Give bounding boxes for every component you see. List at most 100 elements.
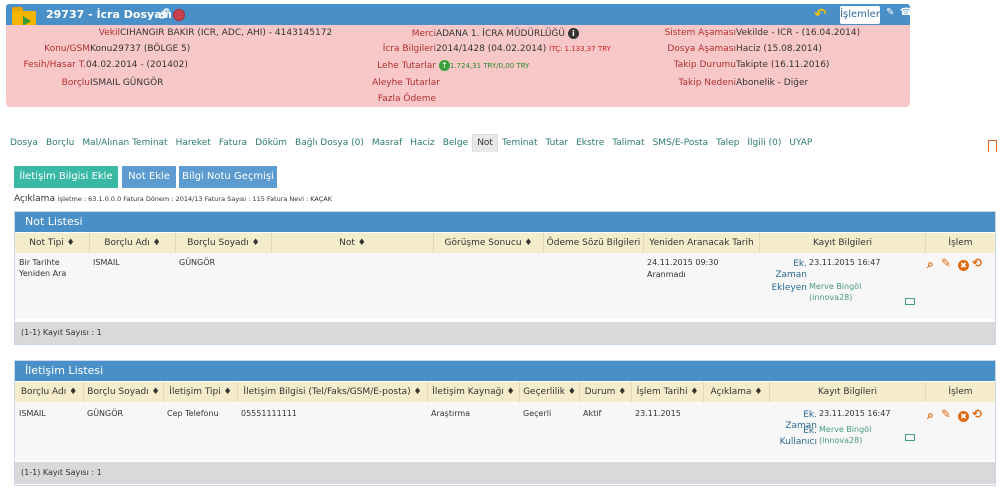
tab-dokum[interactable]: Döküm: [251, 135, 291, 153]
col-iletisim-kaynagi[interactable]: İletişim Kaynağı ♦: [427, 382, 519, 402]
kayit-ek-kullanici-user: Merve Bingöl (innova28): [819, 425, 872, 445]
summary-takip-durumu: Takip DurumuTakipte (16.11.2016): [673, 60, 830, 70]
tab-borclu[interactable]: Borçlu: [42, 135, 78, 153]
cell-iletisim-tipi: Cep Telefonu: [167, 409, 219, 418]
cell-gecerlilik: Geçerli: [523, 409, 552, 418]
not-listesi-footer: (1-1) Kayıt Sayısı : 1: [15, 322, 995, 344]
tab-tutar[interactable]: Tutar: [542, 135, 573, 153]
pencil-icon[interactable]: ✎: [941, 407, 951, 421]
col-islem-tarihi[interactable]: İşlem Tarihi ♦: [631, 382, 703, 402]
col-not[interactable]: Not ♦: [271, 233, 433, 253]
col-durum[interactable]: Durum ♦: [579, 382, 631, 402]
tab-uyap[interactable]: UYAP: [785, 135, 816, 153]
history-icon[interactable]: ⟲: [972, 256, 982, 270]
cell-borclu-soyadi: GÜNGÖR: [179, 258, 216, 267]
file-header-bar: 29737 - İcra Dosyası 🔗︎ ↶ İşlemler ✎ ☎: [6, 4, 912, 28]
pencil-icon[interactable]: ✎: [941, 256, 951, 270]
col-gorusme-sonucu[interactable]: Görüşme Sonucu ♦: [433, 233, 543, 253]
col-borclu-soyadi[interactable]: Borçlu Soyadı ♦: [175, 233, 271, 253]
col-kayit-bilgileri: Kayıt Bilgileri: [759, 233, 925, 253]
info-icon[interactable]: i: [567, 28, 579, 39]
col-borclu-adi[interactable]: Borçlu Adı ♦: [89, 233, 175, 253]
link-icon[interactable]: 🔗︎: [158, 9, 171, 20]
islemler-button[interactable]: İşlemler: [840, 6, 880, 24]
col-borclu-adi[interactable]: Borçlu Adı ♦: [15, 382, 83, 402]
tab-fatura[interactable]: Fatura: [215, 135, 251, 153]
status-dot-icon: [173, 9, 185, 21]
summary-merci: MerciADANA 1. İCRA MÜDÜRLÜĞÜ i: [358, 28, 579, 40]
tab-bagli-dosya[interactable]: Bağlı Dosya (0): [291, 135, 368, 153]
tab-hareket[interactable]: Hareket: [172, 135, 215, 153]
iletisim-listesi-header: Borçlu Adı ♦ Borçlu Soyadı ♦ İletişim Ti…: [15, 382, 995, 402]
col-not-tipi[interactable]: Not Tipi ♦: [15, 233, 89, 253]
tab-haciz[interactable]: Haciz: [406, 135, 438, 153]
col-yeniden-aranacak-tarih: Yeniden Aranacak Tarih: [643, 233, 759, 253]
iletisim-listesi-title: İletişim Listesi: [15, 361, 995, 381]
search-icon[interactable]: ⌕: [927, 257, 934, 272]
tab-ekstre[interactable]: Ekstre: [572, 135, 608, 153]
phone-icon[interactable]: ☎: [900, 7, 912, 18]
not-listesi-header: Not Tipi ♦ Borçlu Adı ♦ Borçlu Soyadı ♦ …: [15, 233, 995, 253]
not-listesi-title: Not Listesi: [15, 212, 995, 232]
summary-icra-bilgileri: İcra Bilgileri2014/1428 (04.02.2014) İTÇ…: [382, 44, 611, 54]
bilgi-notu-gecmisi-button[interactable]: Bilgi Notu Geçmişi: [179, 166, 277, 188]
col-odeme-sozu: Ödeme Sözü Bilgileri: [543, 233, 643, 253]
file-title: 29737 - İcra Dosyası: [46, 8, 172, 21]
col-islem: İşlem: [925, 382, 995, 402]
not-listesi-panel: Not Listesi Not Tipi ♦ Borçlu Adı ♦ Borç…: [14, 211, 996, 345]
summary-sistem-asamasi: Sistem AşamasıVekilde - ICR - (16.04.201…: [664, 28, 861, 38]
cell-durum: Aktif: [583, 409, 602, 418]
summary-fesih: Fesih/Hasar T.04.02.2014 - (201402): [23, 60, 188, 70]
cell-yeniden-tarih: 24.11.2015 09:30: [647, 258, 719, 267]
summary-dosya-asamasi: Dosya AşamasıHaciz (15.08.2014): [667, 44, 822, 54]
delete-icon[interactable]: ✖: [958, 411, 969, 422]
envelope-icon[interactable]: [905, 298, 915, 305]
kayit-ek-zaman-label: Ek. Zaman: [775, 259, 807, 280]
tab-belge[interactable]: Belge: [439, 135, 472, 153]
kayit-ek-zaman-value: 23.11.2015 16:47: [819, 409, 891, 418]
kayit-ek-kullanici-label: Ek. Kullanıcı: [779, 426, 817, 447]
iletisim-bilgisi-ekle-button[interactable]: İletişim Bilgisi Ekle: [14, 166, 118, 188]
edit-icon[interactable]: ✎: [886, 7, 894, 18]
cell-borclu-adi: ISMAIL: [93, 258, 120, 267]
undo-icon[interactable]: ↶: [814, 5, 827, 23]
summary-lehe: Lehe Tutarlar ↑ 1.724,31 TRY/0,00 TRY: [377, 60, 530, 71]
tab-talep[interactable]: Talep: [712, 135, 743, 153]
summary-takip-nedeni: Takip NedeniAbonelik - Diğer: [678, 78, 809, 88]
col-iletisim-bilgisi[interactable]: İletişim Bilgisi (Tel/Faks/GSM/E-posta) …: [237, 382, 427, 402]
aciklama-line: Açıklama İşletme : 63.1.0.0.0 Fatura Dön…: [14, 194, 332, 204]
tab-sms-eposta[interactable]: SMS/E-Posta: [649, 135, 713, 153]
iletisim-listesi-panel: İletişim Listesi Borçlu Adı ♦ Borçlu Soy…: [14, 360, 996, 486]
summary-aleyhe: Aleyhe Tutarlar: [372, 78, 440, 88]
history-icon[interactable]: ⟲: [972, 407, 982, 421]
table-row[interactable]: Bir Tarihte Yeniden Ara ISMAIL GÜNGÖR 24…: [15, 253, 995, 319]
tab-bar: Dosya Borçlu Mal/Alınan Teminat Hareket Fatu…: [6, 134, 816, 152]
cell-not-tipi: Bir Tarihte Yeniden Ara: [19, 258, 67, 278]
bookmark-icon[interactable]: [988, 140, 997, 156]
col-gecerlilik[interactable]: Geçerlilik ♦: [519, 382, 579, 402]
table-row[interactable]: ISMAIL GÜNGÖR Cep Telefonu 05551111111 A…: [15, 402, 995, 460]
iletisim-listesi-footer: (1-1) Kayıt Sayısı : 1: [15, 462, 995, 484]
tab-not[interactable]: Not: [472, 134, 498, 152]
tab-dosya[interactable]: Dosya: [6, 135, 42, 153]
delete-icon[interactable]: ✖: [958, 260, 969, 271]
file-summary: VekilCIHANGIR BAKIR (ICR, ADC, AHI) - 41…: [6, 25, 910, 107]
envelope-icon[interactable]: [905, 434, 915, 441]
kayit-ek-zaman-value: 23.11.2015 16:47: [809, 258, 881, 267]
kayit-ekleyen-label: Ekleyen: [771, 283, 807, 293]
search-icon[interactable]: ⌕: [927, 408, 934, 423]
col-iletisim-tipi[interactable]: İletişim Tipi ♦: [163, 382, 237, 402]
tab-talimat[interactable]: Talimat: [608, 135, 648, 153]
tab-teminat[interactable]: Teminat: [498, 135, 542, 153]
col-borclu-soyadi[interactable]: Borçlu Soyadı ♦: [83, 382, 163, 402]
tab-masraf[interactable]: Masraf: [368, 135, 406, 153]
col-islem: İşlem: [925, 233, 995, 253]
col-aciklama[interactable]: Açıklama ♦: [703, 382, 769, 402]
kayit-ekleyen-user: Merve Bingöl (innova28): [809, 282, 862, 302]
summary-borclu: BorçluISMAIL GÜNGÖR: [61, 78, 164, 88]
not-ekle-button[interactable]: Not Ekle: [122, 166, 176, 188]
summary-fazla-odeme: Fazla Ödeme: [377, 94, 436, 104]
tab-mal-alinan-teminat[interactable]: Mal/Alınan Teminat: [78, 135, 171, 153]
summary-konu: Konu/GSMKonu29737 (BÖLGE 5): [44, 44, 191, 54]
tab-ilgili[interactable]: İlgili (0): [743, 135, 785, 153]
